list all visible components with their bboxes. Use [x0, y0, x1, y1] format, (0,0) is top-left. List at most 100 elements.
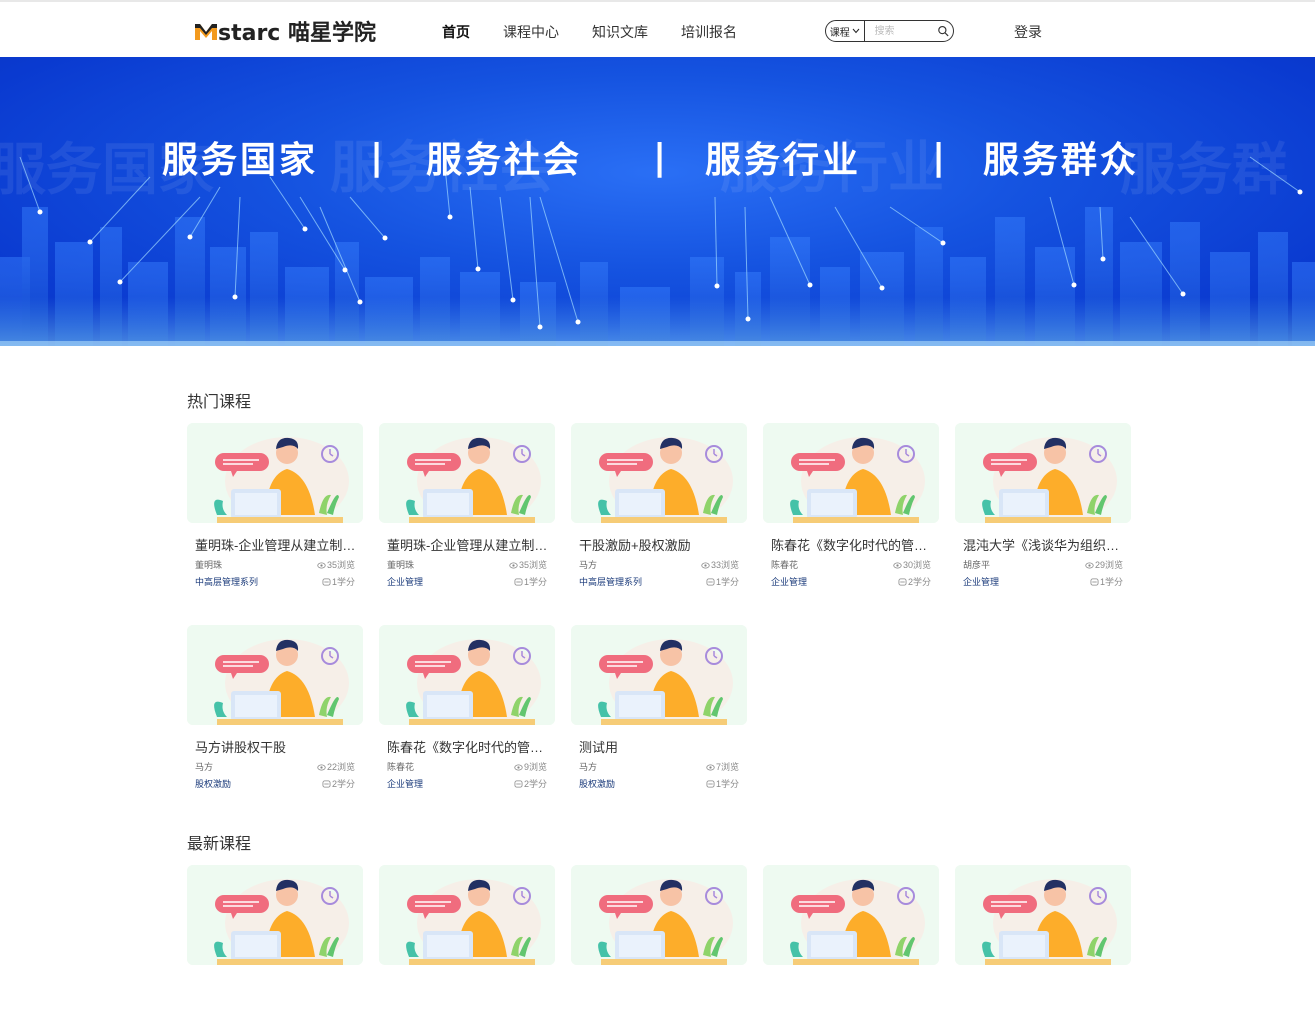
course-thumbnail-illustration — [571, 423, 747, 523]
eye-icon — [514, 764, 523, 771]
course-views-text: 9浏览 — [523, 762, 547, 772]
course-views: 33浏览 — [701, 558, 739, 571]
course-card[interactable]: 马方讲股权干股 马方 22浏览 股权激励 2学分 — [187, 625, 363, 793]
slogan-separator: | — [370, 136, 387, 178]
course-thumbnail[interactable] — [955, 423, 1131, 523]
course-credits: 1学分 — [706, 575, 739, 588]
course-views: 35浏览 — [509, 558, 547, 571]
site-header: starc 喵星学院 首页 课程中心 知识文库 培训报名 课程 登录 — [0, 0, 1315, 57]
course-credits-text: 1学分 — [715, 577, 739, 587]
course-views-text: 35浏览 — [326, 560, 355, 570]
course-credits: 1学分 — [1090, 575, 1123, 588]
course-credits: 2学分 — [514, 777, 547, 790]
course-meta-row: 股权激励 1学分 — [579, 777, 739, 790]
nav-library[interactable]: 知识文库 — [592, 22, 648, 42]
course-card[interactable] — [955, 865, 1131, 1033]
course-category: 企业管理 — [387, 577, 424, 587]
credit-icon — [898, 578, 907, 586]
search-box: 课程 — [825, 20, 954, 42]
slogan-separator: | — [932, 136, 949, 178]
course-meta-row: 企业管理 2学分 — [771, 575, 931, 588]
course-thumbnail[interactable] — [571, 865, 747, 965]
course-card[interactable]: 测试用 马方 7浏览 股权激励 1学分 — [571, 625, 747, 793]
course-title[interactable]: 测试用 — [579, 737, 743, 756]
course-credits: 1学分 — [514, 575, 547, 588]
course-thumbnail[interactable] — [187, 625, 363, 725]
banner-cityscape-graphic: 服务国家 服务社会 服务行业 服务群 — [0, 136, 1315, 346]
search-input[interactable] — [864, 24, 937, 38]
course-thumbnail[interactable] — [379, 423, 555, 523]
course-title[interactable]: 马方讲股权干股 — [195, 737, 359, 756]
course-thumbnail-illustration — [571, 865, 747, 965]
course-category: 企业管理 — [963, 577, 1000, 587]
course-thumbnail[interactable] — [187, 865, 363, 965]
course-thumbnail-illustration — [763, 865, 939, 965]
course-thumbnail[interactable] — [763, 865, 939, 965]
course-views: 29浏览 — [1085, 558, 1123, 571]
course-meta-row: 陈春花 9浏览 — [387, 760, 547, 773]
course-thumbnail[interactable] — [955, 865, 1131, 965]
course-thumbnail-illustration — [187, 865, 363, 965]
search-type-select[interactable]: 课程 — [826, 21, 865, 41]
slogan-serve-nation: 服务国家 — [162, 140, 319, 181]
course-credits-text: 1学分 — [331, 577, 355, 587]
course-title[interactable]: 董明珠-企业管理从建立制度到... — [195, 535, 359, 554]
hero-banner[interactable]: 服务国家 服务社会 服务行业 服务群 服务国家 | 服务社会 | 服务行业 | … — [0, 57, 1315, 346]
nav-home[interactable]: 首页 — [442, 22, 470, 42]
course-teacher: 董明珠 — [387, 560, 415, 570]
course-thumbnail-illustration — [571, 625, 747, 725]
course-thumbnail[interactable] — [379, 625, 555, 725]
course-credits-text: 1学分 — [1099, 577, 1123, 587]
nav-courses[interactable]: 课程中心 — [503, 22, 559, 42]
course-meta-row: 陈春花 30浏览 — [771, 558, 931, 571]
course-teacher: 陈春花 — [387, 762, 415, 772]
course-title[interactable]: 干股激励+股权激励 — [579, 535, 743, 554]
course-thumbnail[interactable] — [571, 423, 747, 523]
course-title[interactable]: 董明珠-企业管理从建立制度到... — [387, 535, 551, 554]
course-credits-text: 1学分 — [715, 779, 739, 789]
credit-icon — [706, 780, 715, 788]
course-credits-text: 1学分 — [523, 577, 547, 587]
eye-icon — [1085, 562, 1094, 569]
course-card[interactable]: 混沌大学《浅谈华为组织架构》 胡彦平 29浏览 企业管理 1学分 — [955, 423, 1131, 591]
course-category: 股权激励 — [579, 779, 616, 789]
course-thumbnail[interactable] — [763, 423, 939, 523]
course-card[interactable] — [379, 865, 555, 1033]
nav-training-signup[interactable]: 培训报名 — [681, 22, 737, 42]
course-title[interactable]: 陈春花《数字化时代的管理》 — [387, 737, 551, 756]
course-thumbnail[interactable] — [187, 423, 363, 523]
course-meta-row: 董明珠 35浏览 — [195, 558, 355, 571]
course-credits-text: 2学分 — [907, 577, 931, 587]
chevron-down-icon — [852, 28, 860, 34]
course-thumbnail[interactable] — [379, 865, 555, 965]
course-views-text: 33浏览 — [710, 560, 739, 570]
course-card[interactable]: 董明珠-企业管理从建立制度到... 董明珠 35浏览 企业管理 1学分 — [379, 423, 555, 591]
course-card[interactable]: 董明珠-企业管理从建立制度到... 董明珠 35浏览 中高层管理系列 1学分 — [187, 423, 363, 591]
course-thumbnail-illustration — [955, 865, 1131, 965]
course-meta-row: 马方 22浏览 — [195, 760, 355, 773]
course-card[interactable] — [571, 865, 747, 1033]
credit-icon — [1090, 578, 1099, 586]
login-link[interactable]: 登录 — [1014, 22, 1042, 42]
slogan-serve-public: 服务群众 — [983, 140, 1140, 181]
course-card[interactable] — [187, 865, 363, 1033]
course-thumbnail-illustration — [187, 625, 363, 725]
eye-icon — [317, 764, 326, 771]
course-card[interactable]: 干股激励+股权激励 马方 33浏览 中高层管理系列 1学分 — [571, 423, 747, 591]
course-meta-row: 马方 7浏览 — [579, 760, 739, 773]
search-type-label: 课程 — [829, 27, 850, 39]
course-meta-row: 中高层管理系列 1学分 — [195, 575, 355, 588]
eye-icon — [893, 562, 902, 569]
course-category: 企业管理 — [387, 779, 424, 789]
course-card[interactable]: 陈春花《数字化时代的管理》 陈春花 9浏览 企业管理 2学分 — [379, 625, 555, 793]
credit-icon — [322, 780, 331, 788]
course-card[interactable]: 陈春花《数字化时代的管理》 陈春花 30浏览 企业管理 2学分 — [763, 423, 939, 591]
course-card[interactable] — [763, 865, 939, 1033]
course-title[interactable]: 陈春花《数字化时代的管理》 — [771, 535, 935, 554]
course-views: 35浏览 — [317, 558, 355, 571]
course-thumbnail[interactable] — [571, 625, 747, 725]
course-meta-row: 企业管理 2学分 — [387, 777, 547, 790]
search-icon[interactable] — [937, 24, 950, 38]
course-title[interactable]: 混沌大学《浅谈华为组织架构》 — [963, 535, 1127, 554]
site-logo[interactable]: starc 喵星学院 — [195, 18, 376, 46]
